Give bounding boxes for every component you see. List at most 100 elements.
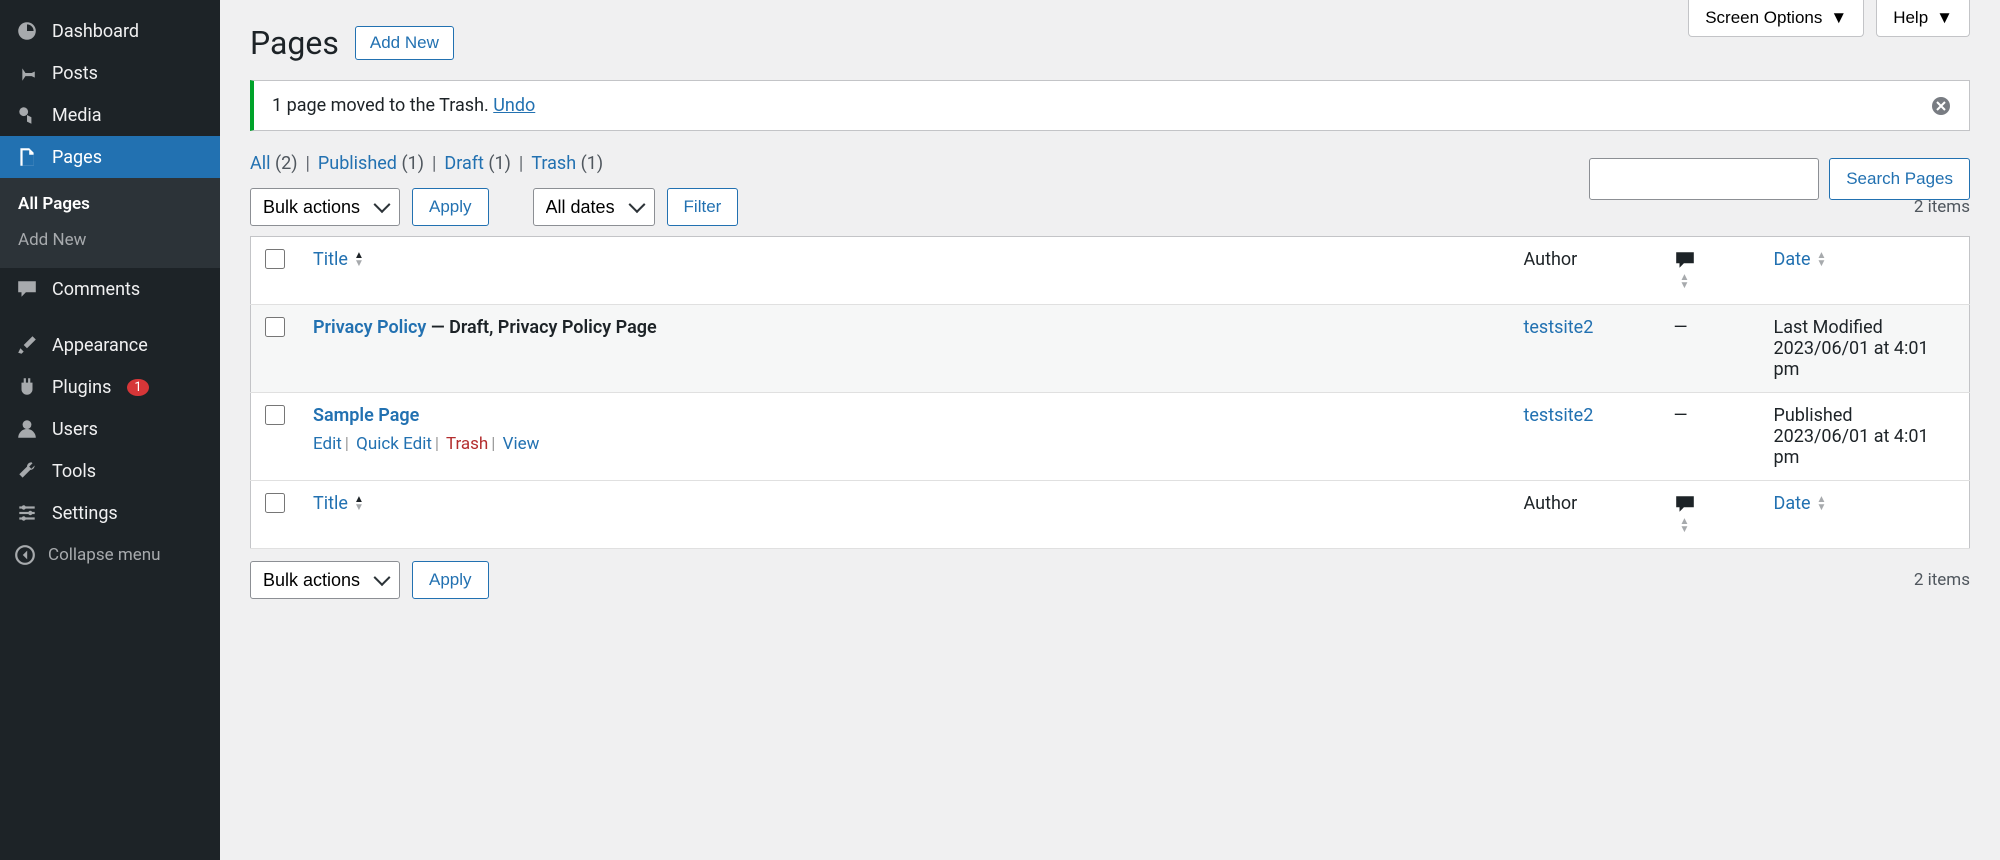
select-all-checkbox[interactable] [265, 249, 285, 269]
col-date-sort-footer[interactable]: Date▲▼ [1774, 493, 1827, 514]
apply-bulk-button-bottom[interactable]: Apply [412, 561, 489, 599]
wrench-icon [14, 460, 40, 482]
sidebar-label: Tools [52, 461, 96, 482]
filter-trash[interactable]: Trash [531, 153, 576, 174]
media-icon [14, 104, 40, 126]
sort-icon: ▲▼ [1680, 274, 1690, 290]
help-label: Help [1893, 8, 1928, 28]
sidebar-item-pages[interactable]: Pages [0, 136, 220, 178]
row-action-view[interactable]: View [503, 434, 540, 454]
col-title-sort[interactable]: Title▲▼ [313, 249, 364, 270]
search-row: Search Pages [1589, 158, 1970, 200]
table-row: Sample Page Edit| Quick Edit| Trash| Vie… [251, 393, 1970, 481]
sidebar-item-comments[interactable]: Comments [0, 268, 220, 310]
user-icon [14, 418, 40, 440]
dashboard-icon [14, 20, 40, 42]
row-action-trash[interactable]: Trash [446, 434, 488, 454]
sidebar-item-plugins[interactable]: Plugins 1 [0, 366, 220, 408]
items-count-top: 2 items [1914, 197, 1970, 217]
main-content: Screen Options ▼ Help ▼ Pages Add New 1 … [220, 0, 2000, 860]
caret-down-icon: ▼ [1936, 8, 1953, 28]
row-action-edit[interactable]: Edit [313, 434, 342, 454]
screen-options-button[interactable]: Screen Options ▼ [1688, 0, 1864, 37]
notice-text: 1 page moved to the Trash. [272, 95, 493, 116]
sidebar-label: Appearance [52, 335, 148, 356]
page-title: Pages [250, 24, 339, 62]
items-count-bottom: 2 items [1914, 570, 1970, 590]
filter-published-count: (1) [401, 153, 424, 174]
filter-all[interactable]: All [250, 153, 271, 174]
collapse-label: Collapse menu [48, 545, 161, 565]
undo-link[interactable]: Undo [493, 95, 535, 116]
col-author: Author [1510, 237, 1660, 305]
row-title-link[interactable]: Sample Page [313, 405, 419, 426]
sidebar-item-settings[interactable]: Settings [0, 492, 220, 534]
date-filter-select[interactable]: All dates [533, 188, 655, 226]
row-author-link[interactable]: testsite2 [1524, 317, 1594, 338]
filter-all-count: (2) [275, 153, 298, 174]
col-title-sort-footer[interactable]: Title▲▼ [313, 493, 364, 514]
apply-bulk-button[interactable]: Apply [412, 188, 489, 226]
sidebar-label: Dashboard [52, 21, 139, 42]
row-action-quickedit[interactable]: Quick Edit [356, 434, 432, 454]
sort-icon: ▲▼ [1680, 518, 1690, 534]
notice-trash: 1 page moved to the Trash. Undo [250, 80, 1970, 131]
sidebar-label: Settings [52, 503, 118, 524]
sidebar-item-posts[interactable]: Posts [0, 52, 220, 94]
pages-table: Title▲▼ Author ▲▼ Date▲▼ Privacy Policy … [250, 236, 1970, 549]
search-input[interactable] [1589, 158, 1819, 200]
add-new-button[interactable]: Add New [355, 26, 454, 60]
row-author-link[interactable]: testsite2 [1524, 405, 1594, 426]
search-button[interactable]: Search Pages [1829, 158, 1970, 200]
sidebar-label: Media [52, 105, 102, 126]
sidebar-item-appearance[interactable]: Appearance [0, 324, 220, 366]
row-date: Last Modified2023/06/01 at 4:01 pm [1760, 305, 1970, 393]
settings-icon [14, 502, 40, 524]
pages-icon [14, 146, 40, 168]
comment-icon [14, 278, 40, 300]
row-comments: — [1660, 305, 1760, 393]
select-all-checkbox-footer[interactable] [265, 493, 285, 513]
row-title-suffix: — Draft, Privacy Policy Page [426, 317, 656, 338]
row-date: Published2023/06/01 at 4:01 pm [1760, 393, 1970, 481]
bulk-action-select-bottom[interactable]: Bulk actions [250, 561, 400, 599]
plugin-icon [14, 376, 40, 398]
sidebar-item-media[interactable]: Media [0, 94, 220, 136]
filter-button[interactable]: Filter [667, 188, 739, 226]
row-title-link[interactable]: Privacy Policy [313, 317, 426, 338]
col-date-sort[interactable]: Date▲▼ [1774, 249, 1827, 270]
brush-icon [14, 334, 40, 356]
sidebar-sub-all-pages[interactable]: All Pages [0, 186, 220, 222]
caret-down-icon: ▼ [1830, 8, 1847, 28]
close-icon [1931, 96, 1951, 116]
admin-sidebar: Dashboard Posts Media Pages All Pages Ad… [0, 0, 220, 860]
sidebar-submenu-pages: All Pages Add New [0, 178, 220, 268]
sidebar-item-dashboard[interactable]: Dashboard [0, 10, 220, 52]
help-button[interactable]: Help ▼ [1876, 0, 1970, 37]
filter-published[interactable]: Published [318, 153, 397, 174]
collapse-icon [14, 544, 36, 566]
row-actions: Edit| Quick Edit| Trash| View [313, 434, 1496, 454]
sidebar-label: Posts [52, 63, 98, 84]
bulk-actions-bottom: Bulk actions Apply 2 items [250, 561, 1970, 599]
sidebar-label: Plugins [52, 377, 111, 398]
row-comments: — [1660, 393, 1760, 481]
screen-options-label: Screen Options [1705, 8, 1822, 28]
pin-icon [14, 62, 40, 84]
sidebar-item-tools[interactable]: Tools [0, 450, 220, 492]
row-checkbox[interactable] [265, 317, 285, 337]
dismiss-notice-button[interactable] [1931, 96, 1951, 116]
sidebar-sub-add-new[interactable]: Add New [0, 222, 220, 258]
plugin-update-badge: 1 [127, 379, 148, 396]
filter-draft-count: (1) [488, 153, 511, 174]
row-checkbox[interactable] [265, 405, 285, 425]
filter-trash-count: (1) [581, 153, 604, 174]
comment-icon [1674, 249, 1746, 271]
top-right-buttons: Screen Options ▼ Help ▼ [1688, 0, 1970, 37]
bulk-action-select[interactable]: Bulk actions [250, 188, 400, 226]
col-author-footer: Author [1510, 481, 1660, 549]
collapse-menu-button[interactable]: Collapse menu [0, 534, 220, 576]
sidebar-item-users[interactable]: Users [0, 408, 220, 450]
filter-draft[interactable]: Draft [444, 153, 484, 174]
sidebar-label: Users [52, 419, 98, 440]
